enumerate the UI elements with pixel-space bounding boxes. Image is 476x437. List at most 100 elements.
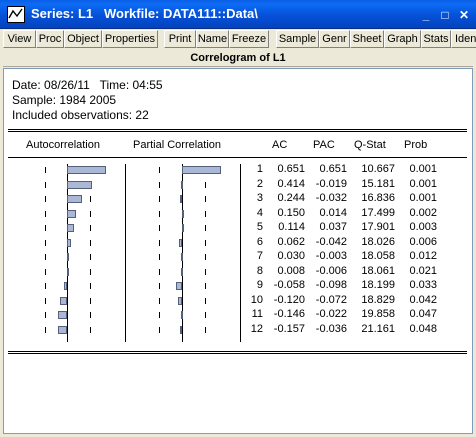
correlogram-view[interactable]: Date: 08/26/11 Time: 04:55 Sample: 1984 … — [3, 68, 473, 434]
confidence-band-mark — [45, 254, 46, 260]
graph-button[interactable]: Graph — [384, 30, 421, 48]
pac-bar — [180, 195, 182, 203]
lag-cell: 3 — [256, 192, 263, 204]
maximize-button[interactable]: □ — [439, 9, 451, 21]
confidence-band-mark — [205, 182, 206, 188]
sample-button[interactable]: Sample — [276, 30, 319, 48]
view-button[interactable]: View — [3, 30, 36, 48]
pac-cell: -0.032 — [315, 192, 347, 204]
confidence-band-mark — [159, 196, 160, 202]
ac-bar — [67, 239, 71, 247]
print-button[interactable]: Print — [164, 30, 196, 48]
ident-button[interactable]: Ident — [451, 30, 476, 48]
q-stat-cell: 18.061 — [361, 265, 395, 277]
confidence-band-mark — [90, 254, 91, 260]
q-stat-cell: 18.829 — [361, 294, 395, 306]
confidence-band-mark — [45, 211, 46, 217]
lag-cell: 5 — [256, 221, 263, 233]
q-stat-cell: 19.858 — [361, 308, 395, 320]
confidence-band-mark — [45, 182, 46, 188]
eviews-series-icon — [7, 6, 25, 23]
lag-cell: 12 — [250, 323, 263, 335]
header-autocorrelation: Autocorrelation — [26, 139, 100, 151]
header-ac: AC — [272, 139, 288, 151]
ac-cell: -0.058 — [273, 279, 305, 291]
pac-cell: 0.037 — [319, 221, 347, 233]
column-separator — [240, 164, 241, 342]
prob-cell: 0.048 — [409, 323, 437, 335]
confidence-band-mark — [90, 298, 91, 304]
lag-cell: 1 — [256, 163, 263, 175]
confidence-band-mark — [45, 312, 46, 318]
ac-cell: -0.146 — [273, 308, 305, 320]
properties-button[interactable]: Properties — [102, 30, 158, 48]
confidence-band-mark — [205, 211, 206, 217]
pac-cell: 0.014 — [319, 207, 347, 219]
confidence-band-mark — [159, 254, 160, 260]
name-button[interactable]: Name — [196, 30, 229, 48]
confidence-band-mark — [90, 240, 91, 246]
confidence-band-mark — [159, 182, 160, 188]
confidence-band-mark — [45, 298, 46, 304]
confidence-band-mark — [45, 283, 46, 289]
q-stat-cell: 17.499 — [361, 207, 395, 219]
pac-bar — [178, 297, 182, 305]
rule-bottom-1 — [8, 351, 467, 352]
confidence-band-mark — [205, 283, 206, 289]
ac-bar — [67, 268, 69, 276]
proc-button[interactable]: Proc — [36, 30, 64, 48]
minimize-button[interactable]: _ — [420, 9, 432, 21]
lag-cell: 4 — [256, 207, 263, 219]
confidence-band-mark — [159, 283, 160, 289]
ac-cell: -0.120 — [273, 294, 305, 306]
sheet-button[interactable]: Sheet — [350, 30, 384, 48]
q-stat-cell: 16.836 — [361, 192, 395, 204]
ac-cell: 0.244 — [277, 192, 305, 204]
lag-cell: 8 — [256, 265, 263, 277]
ac-cell: 0.008 — [277, 265, 305, 277]
confidence-band-mark — [45, 240, 46, 246]
confidence-band-mark — [159, 327, 160, 333]
header-partial-correlation: Partial Correlation — [133, 139, 222, 151]
prob-cell: 0.001 — [409, 178, 437, 190]
close-button[interactable]: ✕ — [458, 9, 470, 21]
rule-header-bottom — [8, 157, 467, 158]
pac-cell: -0.072 — [315, 294, 347, 306]
confidence-band-mark — [90, 269, 91, 275]
ac-bar — [64, 282, 67, 290]
pac-bar — [182, 210, 184, 218]
ac-bar — [60, 297, 67, 305]
freeze-button[interactable]: Freeze — [229, 30, 269, 48]
confidence-band-mark — [90, 225, 91, 231]
header-prob: Prob — [404, 139, 428, 151]
stats-button[interactable]: Stats — [421, 30, 451, 48]
confidence-band-mark — [45, 225, 46, 231]
prob-cell: 0.001 — [409, 192, 437, 204]
ac-bar — [67, 224, 74, 232]
observations-line: Included observations: 22 — [12, 108, 149, 122]
ac-bar — [58, 326, 67, 334]
q-stat-cell: 10.667 — [361, 163, 395, 175]
q-stat-cell: 18.058 — [361, 250, 395, 262]
confidence-band-mark — [90, 196, 91, 202]
lag-cell: 10 — [250, 294, 263, 306]
lag-cell: 2 — [256, 178, 263, 190]
pac-cell: -0.022 — [315, 308, 347, 320]
prob-cell: 0.001 — [409, 163, 437, 175]
q-stat-cell: 18.199 — [361, 279, 395, 291]
window-title: Series: L1 Workfile: DATA111::Data\ — [31, 6, 258, 21]
header-pac: PAC — [313, 139, 335, 151]
confidence-band-mark — [90, 283, 91, 289]
rule-top-1 — [8, 129, 467, 130]
confidence-band-mark — [159, 269, 160, 275]
object-button[interactable]: Object — [64, 30, 102, 48]
prob-cell: 0.033 — [409, 279, 437, 291]
prob-cell: 0.042 — [409, 294, 437, 306]
confidence-band-mark — [205, 269, 206, 275]
pac-bar — [182, 224, 184, 232]
confidence-band-mark — [159, 312, 160, 318]
genr-button[interactable]: Genr — [319, 30, 350, 48]
q-stat-cell: 21.161 — [361, 323, 395, 335]
confidence-band-mark — [159, 225, 160, 231]
ac-cell: -0.157 — [273, 323, 305, 335]
